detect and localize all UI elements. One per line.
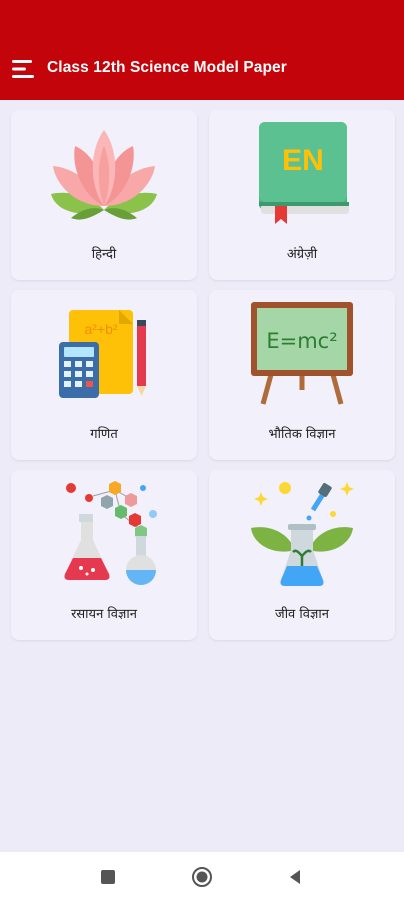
subject-label: रसायन विज्ञान	[71, 607, 137, 622]
blackboard-emc2-icon: E=mc²	[251, 302, 353, 405]
subject-card-chemistry[interactable]: रसायन विज्ञान	[11, 470, 197, 640]
recents-square-icon[interactable]	[97, 866, 119, 888]
subject-label: गणित	[90, 427, 118, 442]
biology-beaker-icon	[251, 482, 354, 586]
lotus-icon	[51, 130, 157, 220]
back-triangle-icon[interactable]	[284, 866, 306, 888]
en-text: EN	[282, 144, 324, 177]
home-circle-icon[interactable]	[191, 866, 213, 888]
calculator-math-icon: a²+b²	[59, 310, 146, 398]
subject-label: हिन्दी	[91, 247, 117, 262]
subject-card-physics[interactable]: E=mc² भौतिक विज्ञान	[209, 290, 395, 460]
subject-card-english[interactable]: EN अंग्रेज़ी	[209, 110, 395, 280]
app-bar: Class 12th Science Model Paper	[0, 0, 404, 100]
formula-text: E=mc²	[266, 329, 337, 353]
chemistry-flask-icon	[64, 481, 157, 585]
subject-label: भौतिक विज्ञान	[268, 427, 336, 442]
subject-label: जीव विज्ञान	[275, 607, 329, 622]
system-nav-bar	[0, 852, 404, 900]
subject-card-biology[interactable]: जीव विज्ञान	[209, 470, 395, 640]
subject-label: अंग्रेज़ी	[286, 247, 318, 262]
english-book-icon: EN	[259, 122, 349, 224]
math-text: a²+b²	[84, 321, 117, 337]
hamburger-menu-icon[interactable]	[10, 58, 36, 80]
subject-card-hindi[interactable]: हिन्दी	[11, 110, 197, 280]
subject-card-maths[interactable]: a²+b² गणित	[11, 290, 197, 460]
page-title: Class 12th Science Model Paper	[47, 59, 287, 76]
